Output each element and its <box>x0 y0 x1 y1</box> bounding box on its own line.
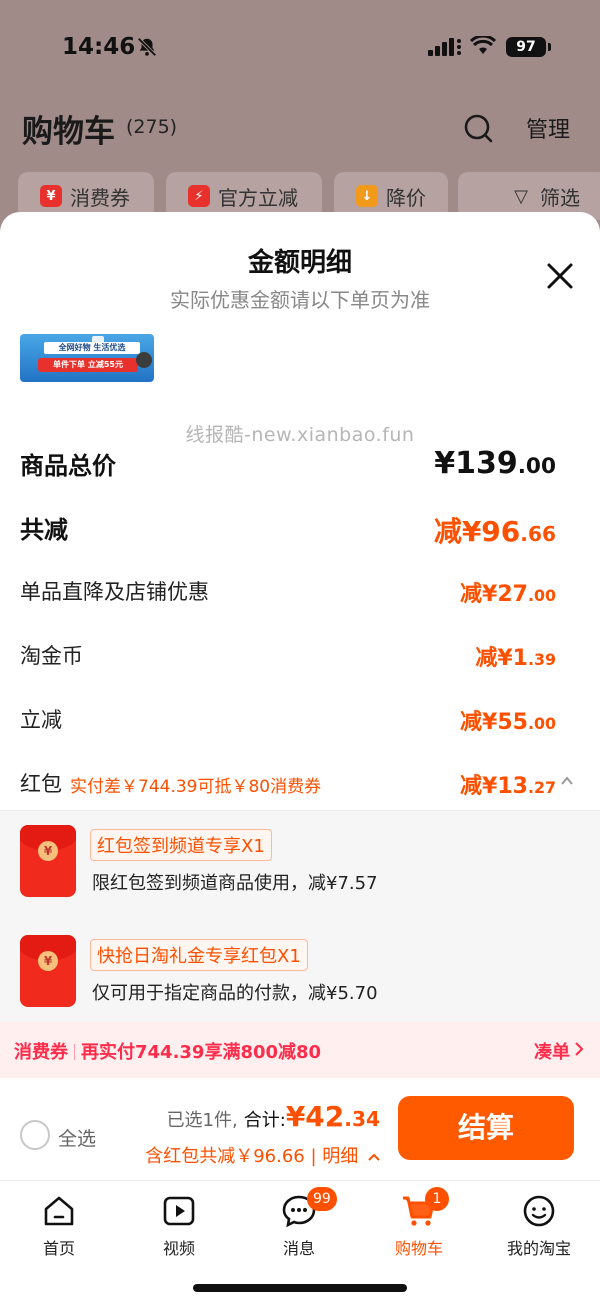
cart-count: (275) <box>126 116 178 138</box>
status-bar: 14:46 97 <box>0 34 600 64</box>
battery-tip <box>548 43 551 51</box>
lightning-icon: ⚡ <box>188 185 210 207</box>
chevron-up-icon[interactable] <box>560 774 574 788</box>
chevron-up-icon <box>368 1153 380 1161</box>
coupon-bar[interactable]: 消费券 再实付744.39享满800减80 凑单 <box>0 1022 600 1078</box>
tab-profile[interactable]: 我的淘宝 <box>489 1193 589 1263</box>
hongbao-tag: 快抢日淘礼金专享红包X1 <box>90 939 308 971</box>
red-envelope-icon: ¥ <box>20 825 76 897</box>
row-label: 淘金币 <box>20 644 83 668</box>
filter-label: 消费券 <box>70 185 130 210</box>
video-icon <box>163 1196 195 1226</box>
row-value: 减¥96.66 <box>433 515 556 548</box>
row-value: 减¥55.00 <box>460 710 556 735</box>
red-envelope-icon: ¥ <box>20 935 76 1007</box>
row-store-discount: 单品直降及店铺优惠 减¥27.00 <box>20 576 556 612</box>
hongbao-item: ¥ 快抢日淘礼金专享红包X1 仅可用于指定商品的付款，减¥5.70 <box>20 935 580 1015</box>
tab-cart[interactable]: 1 购物车 <box>369 1187 469 1263</box>
tab-label: 我的淘宝 <box>506 1239 571 1258</box>
profile-icon <box>523 1195 555 1227</box>
down-arrow-icon: ↓ <box>356 185 378 207</box>
cellular-signal-icon <box>428 38 461 56</box>
tab-label: 视频 <box>162 1239 195 1258</box>
select-all-label[interactable]: 全选 <box>58 1124 96 1151</box>
wifi-icon <box>470 36 496 54</box>
detail-toggle[interactable]: 含红包共减￥96.66 | 明细 <box>145 1142 380 1168</box>
funnel-icon: ▽ <box>514 185 528 207</box>
sheet-subtitle: 实际优惠金额请以下单页为准 <box>170 288 430 312</box>
coupon-icon: ¥ <box>40 185 62 207</box>
filter-label: 降价 <box>386 185 426 210</box>
tab-label: 购物车 <box>394 1239 443 1258</box>
tab-messages[interactable]: 99 消息 <box>249 1187 349 1263</box>
row-instant-discount: 立减 减¥55.00 <box>20 704 556 740</box>
row-label: 立减 <box>20 708 62 732</box>
home-indicator <box>193 1284 407 1292</box>
row-total-price: 商品总价 ¥139.00 <box>20 446 556 486</box>
coupon-info: 消费券 再实付744.39享满800减80 <box>14 1042 322 1063</box>
muted-bell-icon <box>137 37 157 57</box>
sheet-title: 金额明细 <box>247 248 352 278</box>
status-time: 14:46 <box>62 34 136 60</box>
cart-badge: 1 <box>425 1187 449 1211</box>
mascot-graphic <box>136 352 152 368</box>
hongbao-desc: 限红包签到频道商品使用，减¥7.57 <box>92 873 378 894</box>
row-label: 商品总价 <box>20 452 116 480</box>
chevron-right-icon <box>575 1042 584 1056</box>
row-value: 减¥13.27 <box>460 774 556 799</box>
manage-button[interactable]: 管理 <box>526 112 570 144</box>
message-badge: 99 <box>307 1187 337 1211</box>
watermark-text: 线报酷-new.xianbao.fun <box>185 424 415 446</box>
row-taojinbi: 淘金币 减¥1.39 <box>20 640 556 676</box>
hongbao-item: ¥ 红包签到频道专享X1 限红包签到频道商品使用，减¥7.57 <box>20 825 580 905</box>
checkout-bar: 全选 已选1件, 合计:¥42.34 含红包共减￥96.66 | 明细 结算 <box>0 1078 600 1180</box>
page-title: 购物车 <box>22 114 115 150</box>
hongbao-tag: 红包签到频道专享X1 <box>90 829 272 861</box>
row-label: 红包 <box>20 772 62 796</box>
amount-detail-sheet: 金额明细 实际优惠金额请以下单页为准 全网好物 生活优选 单件下单 立减55元 … <box>0 212 600 1304</box>
battery-level: 97 <box>506 37 546 57</box>
total-amount: ¥42.34 <box>285 1100 380 1133</box>
row-value: ¥139.00 <box>434 446 556 481</box>
row-total-discount: 共减 减¥96.66 <box>20 510 556 550</box>
filter-label: 官方立减 <box>218 185 298 210</box>
search-icon[interactable] <box>462 112 494 144</box>
row-value: 减¥27.00 <box>460 582 556 607</box>
hongbao-desc: 仅可用于指定商品的付款，减¥5.70 <box>92 983 378 1004</box>
select-all-radio[interactable] <box>20 1120 50 1150</box>
filter-label: 筛选 <box>540 185 580 210</box>
cart-header: 购物车 (275) 管理 <box>22 106 582 150</box>
hongbao-list: ¥ 红包签到频道专享X1 限红包签到频道商品使用，减¥7.57 ¥ 快抢日淘礼金… <box>0 810 600 1022</box>
home-icon <box>44 1196 74 1226</box>
banner-line-2: 单件下单 立减55元 <box>38 358 138 372</box>
close-icon[interactable] <box>544 260 576 292</box>
total-summary: 已选1件, 合计:¥42.34 <box>166 1100 380 1133</box>
tab-video[interactable]: 视频 <box>129 1193 229 1263</box>
tab-home[interactable]: 首页 <box>9 1193 109 1263</box>
tab-label: 首页 <box>42 1239 75 1258</box>
row-value: 减¥1.39 <box>475 646 556 671</box>
promo-banner-image[interactable]: 全网好物 生活优选 单件下单 立减55元 <box>20 334 154 382</box>
checkout-button[interactable]: 结算 <box>398 1096 574 1160</box>
row-label: 单品直降及店铺优惠 <box>20 580 209 604</box>
banner-line-1: 全网好物 生活优选 <box>44 342 140 354</box>
row-label: 共减 <box>20 516 68 544</box>
add-items-link[interactable]: 凑单 <box>534 1038 570 1064</box>
row-hongbao[interactable]: 红包 实付差￥744.39可抵￥80消费券 减¥13.27 <box>20 768 573 804</box>
tab-label: 消息 <box>282 1239 315 1258</box>
hongbao-note: 实付差￥744.39可抵￥80消费券 <box>70 777 322 797</box>
